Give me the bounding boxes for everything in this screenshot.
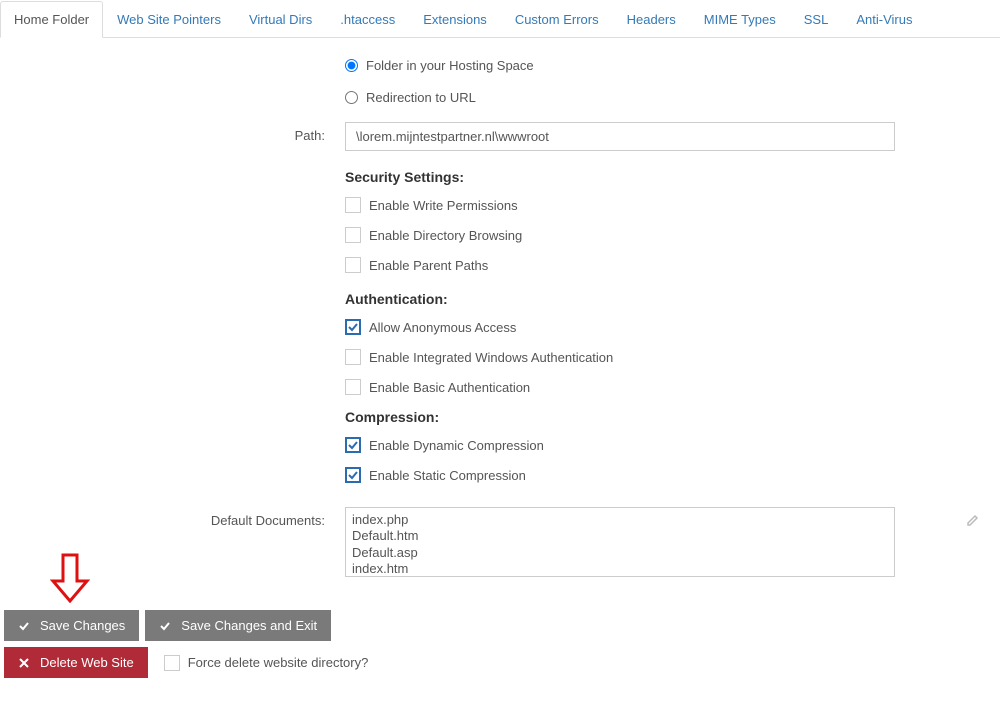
- radio-redirect-label: Redirection to URL: [366, 90, 476, 105]
- save-changes-exit-label: Save Changes and Exit: [181, 618, 317, 633]
- chk-anon-access[interactable]: [345, 319, 361, 335]
- check-icon: [18, 620, 30, 632]
- chk-force-delete-label: Force delete website directory?: [188, 655, 369, 670]
- chk-directory-browsing-label: Enable Directory Browsing: [369, 228, 522, 243]
- tab-extensions[interactable]: Extensions: [409, 1, 501, 38]
- default-docs-textarea[interactable]: [345, 507, 895, 577]
- tab-htaccess[interactable]: .htaccess: [326, 1, 409, 38]
- chk-static-compression-label: Enable Static Compression: [369, 468, 526, 483]
- tab-web-site-pointers[interactable]: Web Site Pointers: [103, 1, 235, 38]
- chk-parent-paths-label: Enable Parent Paths: [369, 258, 488, 273]
- tab-mime-types[interactable]: MIME Types: [690, 1, 790, 38]
- chk-dynamic-compression-label: Enable Dynamic Compression: [369, 438, 544, 453]
- tab-home-folder[interactable]: Home Folder: [0, 1, 103, 38]
- delete-website-label: Delete Web Site: [40, 655, 134, 670]
- tab-virtual-dirs[interactable]: Virtual Dirs: [235, 1, 326, 38]
- chk-anon-access-label: Allow Anonymous Access: [369, 320, 516, 335]
- chk-static-compression[interactable]: [345, 467, 361, 483]
- path-label: Path:: [0, 122, 345, 143]
- security-heading: Security Settings:: [345, 169, 895, 185]
- radio-folder-label: Folder in your Hosting Space: [366, 58, 534, 73]
- check-icon: [159, 620, 171, 632]
- tab-strip: Home Folder Web Site Pointers Virtual Di…: [0, 0, 1000, 38]
- save-changes-button[interactable]: Save Changes: [4, 610, 139, 641]
- close-icon: [18, 657, 30, 669]
- radio-folder-hosting[interactable]: Folder in your Hosting Space: [345, 58, 1000, 73]
- default-docs-label: Default Documents:: [0, 507, 345, 528]
- tab-anti-virus[interactable]: Anti-Virus: [842, 1, 926, 38]
- save-changes-label: Save Changes: [40, 618, 125, 633]
- tab-custom-errors[interactable]: Custom Errors: [501, 1, 613, 38]
- radio-redirect-url[interactable]: Redirection to URL: [345, 90, 1000, 105]
- tab-headers[interactable]: Headers: [613, 1, 690, 38]
- buttons-area: Save Changes Save Changes and Exit Delet…: [0, 600, 1000, 704]
- chk-force-delete[interactable]: [164, 655, 180, 671]
- chk-write-permissions[interactable]: [345, 197, 361, 213]
- chk-windows-auth[interactable]: [345, 349, 361, 365]
- auth-heading: Authentication:: [345, 291, 895, 307]
- radio-folder-input[interactable]: [345, 59, 358, 72]
- chk-basic-auth[interactable]: [345, 379, 361, 395]
- chk-directory-browsing[interactable]: [345, 227, 361, 243]
- delete-website-button[interactable]: Delete Web Site: [4, 647, 148, 678]
- chk-windows-auth-label: Enable Integrated Windows Authentication: [369, 350, 613, 365]
- chk-write-permissions-label: Enable Write Permissions: [369, 198, 518, 213]
- save-changes-exit-button[interactable]: Save Changes and Exit: [145, 610, 331, 641]
- radio-redirect-input[interactable]: [345, 91, 358, 104]
- chk-basic-auth-label: Enable Basic Authentication: [369, 380, 530, 395]
- path-input[interactable]: [345, 122, 895, 151]
- form-area: Folder in your Hosting Space Redirection…: [0, 38, 1000, 600]
- chk-dynamic-compression[interactable]: [345, 437, 361, 453]
- compression-heading: Compression:: [345, 409, 895, 425]
- chk-parent-paths[interactable]: [345, 257, 361, 273]
- edit-icon[interactable]: [966, 513, 980, 530]
- tab-ssl[interactable]: SSL: [790, 1, 843, 38]
